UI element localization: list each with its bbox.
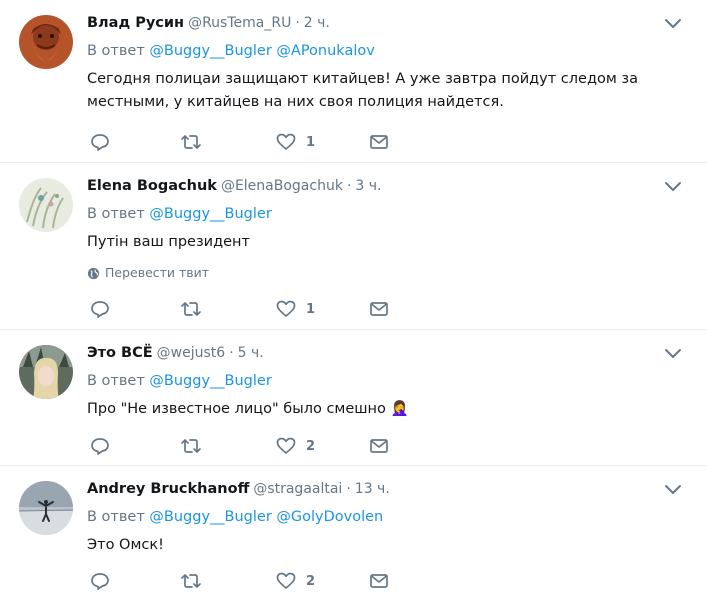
reply-prefix: В ответ bbox=[87, 509, 145, 525]
tweet[interactable]: Влад Русин @RusTema_RU · 2 ч. В ответ @Bugg… bbox=[0, 0, 707, 163]
tweet-feed: Влад Русин @RusTema_RU · 2 ч. В ответ @Bugg… bbox=[0, 0, 707, 601]
like-count: 2 bbox=[306, 573, 316, 589]
direct-message-button[interactable] bbox=[369, 434, 389, 458]
avatar[interactable] bbox=[19, 481, 73, 535]
separator: · bbox=[346, 481, 351, 497]
timestamp[interactable]: 3 ч. bbox=[355, 178, 381, 194]
tweet-actions: 2 bbox=[87, 569, 407, 593]
direct-message-icon bbox=[370, 302, 388, 316]
globe-icon bbox=[87, 267, 100, 279]
author-handle[interactable]: @wejust6 bbox=[157, 345, 226, 361]
tweet-actions: 2 bbox=[87, 434, 407, 458]
translate-label: Перевести твит bbox=[105, 265, 210, 280]
reply-context: В ответ @Buggy__Bugler bbox=[87, 203, 677, 225]
timestamp[interactable]: 2 ч. bbox=[304, 15, 330, 31]
retweet-button[interactable] bbox=[180, 130, 202, 154]
tweet-actions: 1 bbox=[87, 297, 407, 321]
mention-link[interactable]: @APonukalov bbox=[276, 43, 374, 59]
tweet[interactable]: Это ВСЁ @wejust6 · 5 ч. В ответ @Buggy__Bug… bbox=[0, 330, 707, 466]
retweet-button[interactable] bbox=[180, 569, 202, 593]
like-button[interactable]: 1 bbox=[276, 130, 315, 154]
reply-icon bbox=[91, 438, 109, 455]
mention-link[interactable]: @Buggy__Bugler bbox=[149, 206, 271, 222]
reply-button[interactable] bbox=[90, 297, 110, 321]
reply-icon bbox=[91, 134, 109, 151]
author-name[interactable]: Andrey Bruckhanoff bbox=[87, 481, 249, 497]
mention-link[interactable]: @Buggy__Bugler bbox=[149, 509, 271, 525]
mention-link[interactable]: @Buggy__Bugler bbox=[149, 43, 271, 59]
author-name[interactable]: Влад Русин bbox=[87, 15, 184, 31]
author-handle[interactable]: @RusTema_RU bbox=[188, 15, 291, 31]
translate-link[interactable]: Перевести твит bbox=[87, 264, 677, 282]
direct-message-icon bbox=[370, 439, 388, 453]
separator: · bbox=[295, 15, 300, 31]
timestamp[interactable]: 5 ч. bbox=[238, 345, 264, 361]
reply-button[interactable] bbox=[90, 434, 110, 458]
reply-icon bbox=[91, 301, 109, 318]
direct-message-icon bbox=[370, 135, 388, 149]
like-icon bbox=[276, 437, 296, 454]
reply-button[interactable] bbox=[90, 569, 110, 593]
direct-message-button[interactable] bbox=[369, 297, 389, 321]
like-count: 2 bbox=[306, 438, 316, 454]
like-button[interactable]: 1 bbox=[276, 297, 315, 321]
author-handle[interactable]: @ElenaBogachuk bbox=[221, 178, 343, 194]
tweet-text: Это Омск! bbox=[87, 537, 164, 553]
avatar[interactable] bbox=[19, 15, 73, 69]
mention-link[interactable]: @GolyDovolen bbox=[276, 509, 383, 525]
tweet-text: Путін ваш президент bbox=[87, 234, 250, 250]
direct-message-icon bbox=[370, 574, 388, 588]
retweet-icon bbox=[181, 302, 201, 316]
author-name[interactable]: Это ВСЁ bbox=[87, 345, 153, 361]
retweet-icon bbox=[181, 574, 201, 588]
reply-icon bbox=[91, 573, 109, 590]
separator: · bbox=[346, 178, 352, 194]
like-icon bbox=[276, 300, 296, 317]
reply-prefix: В ответ bbox=[87, 206, 145, 222]
avatar[interactable] bbox=[19, 345, 73, 399]
tweet[interactable]: Elena Bogachuk @ElenaBogachuk · 3 ч. В отве… bbox=[0, 163, 707, 330]
reply-prefix: В ответ bbox=[87, 373, 145, 389]
direct-message-button[interactable] bbox=[369, 130, 389, 154]
tweet-text: Про "Не известное лицо" было смешно 🤦‍♀️ bbox=[87, 401, 409, 417]
retweet-icon bbox=[181, 439, 201, 453]
retweet-button[interactable] bbox=[180, 297, 202, 321]
tweet-actions: 1 bbox=[87, 130, 407, 154]
chevron-down-icon[interactable] bbox=[663, 346, 683, 360]
avatar[interactable] bbox=[19, 178, 73, 232]
reply-button[interactable] bbox=[90, 130, 110, 154]
reply-context: В ответ @Buggy__Bugler @APonukalov bbox=[87, 40, 677, 62]
chevron-down-icon[interactable] bbox=[663, 179, 683, 193]
like-count: 1 bbox=[306, 301, 316, 317]
timestamp[interactable]: 13 ч. bbox=[355, 481, 390, 497]
like-button[interactable]: 2 bbox=[276, 434, 315, 458]
chevron-down-icon[interactable] bbox=[663, 16, 683, 30]
like-icon bbox=[276, 572, 296, 589]
separator: · bbox=[229, 345, 234, 361]
reply-context: В ответ @Buggy__Bugler @GolyDovolen bbox=[87, 506, 677, 528]
tweet[interactable]: Andrey Bruckhanoff @stragaaltai · 13 ч. В о… bbox=[0, 466, 707, 601]
author-handle[interactable]: @stragaaltai bbox=[253, 481, 342, 497]
retweet-icon bbox=[181, 135, 201, 149]
reply-context: В ответ @Buggy__Bugler bbox=[87, 370, 677, 392]
direct-message-button[interactable] bbox=[369, 569, 389, 593]
like-icon bbox=[276, 133, 296, 150]
chevron-down-icon[interactable] bbox=[663, 482, 683, 496]
mention-link[interactable]: @Buggy__Bugler bbox=[149, 373, 271, 389]
reply-prefix: В ответ bbox=[87, 43, 145, 59]
author-name[interactable]: Elena Bogachuk bbox=[87, 178, 217, 194]
retweet-button[interactable] bbox=[180, 434, 202, 458]
tweet-text: Сегодня полицаи защищают китайцев! А уже… bbox=[87, 71, 639, 110]
like-button[interactable]: 2 bbox=[276, 569, 315, 593]
like-count: 1 bbox=[306, 134, 316, 150]
